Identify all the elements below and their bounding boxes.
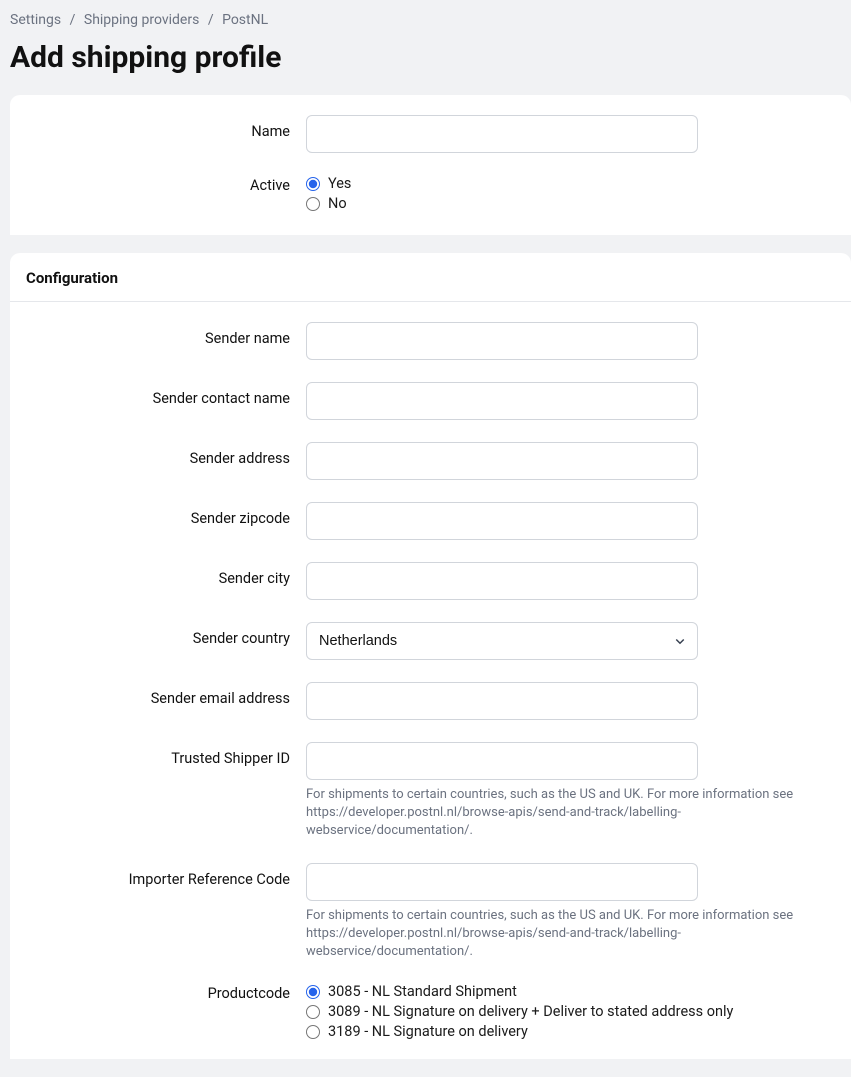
row-sender-name: Sender name — [26, 322, 835, 360]
label-importer-ref: Importer Reference Code — [26, 863, 306, 888]
productcode-option-3189[interactable]: 3189 - NL Signature on delivery — [306, 1023, 835, 1040]
label-trusted-shipper: Trusted Shipper ID — [26, 742, 306, 767]
productcode-radio-3089[interactable] — [306, 1005, 320, 1019]
sender-city-input[interactable] — [306, 562, 698, 600]
label-sender-email: Sender email address — [26, 682, 306, 707]
page-title: Add shipping profile — [0, 32, 851, 95]
row-sender-city: Sender city — [26, 562, 835, 600]
row-name: Name — [26, 115, 835, 153]
row-sender-email: Sender email address — [26, 682, 835, 720]
sender-zipcode-input[interactable] — [306, 502, 698, 540]
productcode-label-3189: 3189 - NL Signature on delivery — [328, 1023, 528, 1040]
breadcrumb: Settings / Shipping providers / PostNL — [0, 0, 851, 32]
row-sender-contact-name: Sender contact name — [26, 382, 835, 420]
productcode-radio-3189[interactable] — [306, 1025, 320, 1039]
row-sender-country: Sender country Netherlands — [26, 622, 835, 660]
row-active: Active Yes No — [26, 175, 835, 215]
active-yes-radio[interactable] — [306, 177, 320, 191]
label-sender-country: Sender country — [26, 622, 306, 647]
label-active: Active — [26, 175, 306, 194]
productcode-option-3089[interactable]: 3089 - NL Signature on delivery + Delive… — [306, 1003, 835, 1020]
label-productcode: Productcode — [26, 983, 306, 1002]
productcode-label-3085: 3085 - NL Standard Shipment — [328, 983, 517, 1000]
active-no-label: No — [328, 195, 347, 212]
active-radio-group: Yes No — [306, 175, 835, 212]
sender-address-input[interactable] — [306, 442, 698, 480]
productcode-radio-3085[interactable] — [306, 985, 320, 999]
label-sender-zipcode: Sender zipcode — [26, 502, 306, 527]
breadcrumb-postnl[interactable]: PostNL — [222, 12, 268, 28]
breadcrumb-separator: / — [70, 12, 76, 28]
row-sender-address: Sender address — [26, 442, 835, 480]
breadcrumb-shipping-providers[interactable]: Shipping providers — [84, 12, 199, 28]
sender-country-select[interactable]: Netherlands — [306, 622, 698, 660]
sender-contact-name-input[interactable] — [306, 382, 698, 420]
productcode-option-3085[interactable]: 3085 - NL Standard Shipment — [306, 983, 835, 1000]
breadcrumb-settings[interactable]: Settings — [10, 12, 61, 28]
row-importer-ref: Importer Reference Code For shipments to… — [26, 863, 835, 962]
panel-basic: Name Active Yes No — [10, 95, 851, 235]
configuration-header: Configuration — [10, 253, 851, 302]
breadcrumb-separator: / — [208, 12, 214, 28]
row-trusted-shipper: Trusted Shipper ID For shipments to cert… — [26, 742, 835, 841]
row-sender-zipcode: Sender zipcode — [26, 502, 835, 540]
importer-ref-help: For shipments to certain countries, such… — [306, 907, 835, 962]
sender-email-input[interactable] — [306, 682, 698, 720]
active-no-option[interactable]: No — [306, 195, 835, 212]
label-sender-name: Sender name — [26, 322, 306, 347]
trusted-shipper-input[interactable] — [306, 742, 698, 780]
productcode-radio-group: 3085 - NL Standard Shipment 3089 - NL Si… — [306, 983, 835, 1040]
label-name: Name — [26, 115, 306, 140]
panel-configuration: Configuration Sender name Sender contact… — [10, 253, 851, 1059]
name-input[interactable] — [306, 115, 698, 153]
label-sender-address: Sender address — [26, 442, 306, 467]
importer-ref-input[interactable] — [306, 863, 698, 901]
label-sender-contact-name: Sender contact name — [26, 382, 306, 407]
active-yes-option[interactable]: Yes — [306, 175, 835, 192]
active-yes-label: Yes — [328, 175, 351, 192]
productcode-label-3089: 3089 - NL Signature on delivery + Delive… — [328, 1003, 733, 1020]
sender-name-input[interactable] — [306, 322, 698, 360]
row-productcode: Productcode 3085 - NL Standard Shipment … — [26, 983, 835, 1043]
active-no-radio[interactable] — [306, 197, 320, 211]
trusted-shipper-help: For shipments to certain countries, such… — [306, 786, 835, 841]
label-sender-city: Sender city — [26, 562, 306, 587]
